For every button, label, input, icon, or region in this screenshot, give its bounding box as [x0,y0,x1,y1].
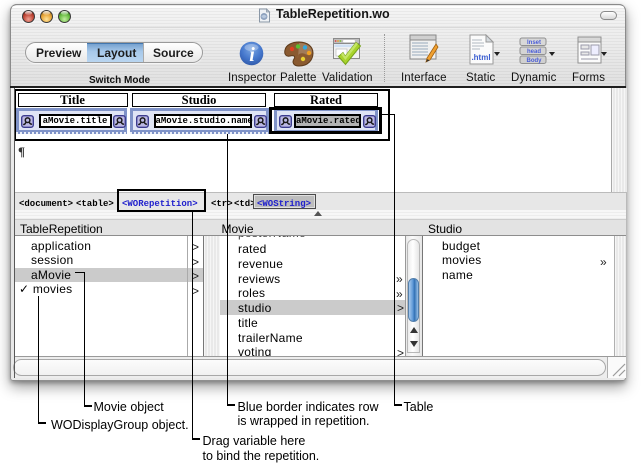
svg-text:head: head [527,49,541,55]
svg-text:Body: Body [527,58,543,64]
svg-text:i: i [249,44,255,66]
svg-text:Inset: Inset [527,40,541,46]
svg-text:.html: .html [471,53,490,62]
